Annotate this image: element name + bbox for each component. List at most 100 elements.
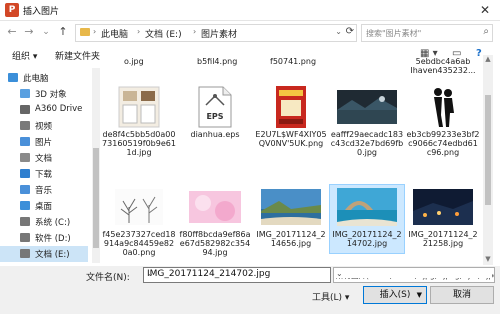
sidebar-item-label: 文档 (E:) bbox=[35, 250, 70, 260]
sidebar-item-label: 系统 (C:) bbox=[35, 218, 71, 228]
sidebar-item-music[interactable]: 音乐 bbox=[0, 182, 88, 198]
file-name[interactable]: b5fil4.png bbox=[197, 57, 237, 66]
sidebar-item-label: 下载 bbox=[35, 170, 53, 180]
file-item[interactable]: f80ff8bcda9ef86ae67d582982c35494.jpg bbox=[178, 185, 252, 257]
cancel-button[interactable]: 取消 bbox=[430, 286, 494, 304]
sidebar-item-videos[interactable]: 视频 bbox=[0, 118, 88, 134]
sidebar-scrollbar[interactable] bbox=[92, 68, 100, 263]
filename-label: 文件名(N): bbox=[86, 273, 130, 283]
sidebar-item-label: 3D 对象 bbox=[35, 90, 67, 100]
a360-drive-icon bbox=[20, 105, 30, 114]
scroll-up-icon[interactable]: ▲ bbox=[483, 55, 493, 65]
sidebar-item-pictures[interactable]: 图片 bbox=[0, 134, 88, 150]
file-name: E2U7L$WF4XIY05QV0NV'5UK.png bbox=[255, 130, 327, 148]
folder-icon bbox=[80, 28, 90, 36]
file-name: de8f4c5bb5d0a0073160519f0b9e611d.jpg bbox=[102, 130, 176, 157]
file-thumbnail bbox=[413, 85, 473, 129]
file-item[interactable]: E2U7L$WF4XIY05QV0NV'5UK.png bbox=[254, 85, 328, 153]
recent-dropdown-button[interactable]: ⌄ bbox=[38, 24, 54, 40]
file-name: f80ff8bcda9ef86ae67d582982c35494.jpg bbox=[179, 230, 251, 257]
sidebar-item-downloads[interactable]: 下载 bbox=[0, 166, 88, 182]
insert-label: 插入(S) bbox=[379, 290, 411, 300]
new-folder-button[interactable]: 新建文件夹 bbox=[55, 49, 100, 62]
breadcrumb-drive-e[interactable]: 文档 (E:) bbox=[145, 27, 182, 40]
file-thumbnail bbox=[261, 85, 321, 129]
tools-button[interactable]: 工具(L) ▾ bbox=[312, 290, 349, 303]
scroll-down-icon[interactable]: ▼ bbox=[483, 255, 493, 265]
file-item[interactable]: eafff29aecadc183c43cd32e7bd69fb0.jpg bbox=[330, 85, 404, 157]
file-list-scrollbar[interactable]: ▲ ▼ bbox=[483, 55, 493, 265]
music-icon bbox=[20, 185, 30, 194]
file-thumbnail bbox=[413, 185, 473, 229]
sidebar-item-label: A360 Drive bbox=[35, 104, 83, 114]
insert-picture-dialog: P 插入图片 ✕ ← → ⌄ ↑ › 此电脑 › 文档 (E:) › 图片素材 … bbox=[0, 0, 500, 314]
file-thumbnail bbox=[337, 185, 397, 229]
sidebar-item-documents[interactable]: 文档 bbox=[0, 150, 88, 166]
file-item[interactable]: de8f4c5bb5d0a0073160519f0b9e611d.jpg bbox=[102, 85, 176, 157]
eps-file-icon: EPS bbox=[185, 85, 245, 129]
file-name[interactable]: 5ebdbc4a6ab Ihaven435232... bbox=[407, 57, 479, 75]
sidebar-item-a360-drive[interactable]: A360 Drive bbox=[0, 102, 88, 118]
file-thumbnail bbox=[337, 85, 397, 129]
sidebar-item-drive-e[interactable]: 文档 (E:) bbox=[0, 246, 88, 262]
file-type-select[interactable]: 所有图片(*.emf;*.wmf;*.jpg;*.jpeg;*.jfif;*.j… bbox=[333, 267, 495, 283]
refresh-icon[interactable]: ⟳ bbox=[346, 26, 354, 37]
file-name[interactable]: o.jpg bbox=[124, 57, 144, 66]
file-thumbnail bbox=[261, 185, 321, 229]
file-item[interactable]: IMG_20171124_214656.jpg bbox=[254, 185, 328, 253]
breadcrumb-picture-folder[interactable]: 图片素材 bbox=[201, 27, 237, 40]
forward-button[interactable]: → bbox=[21, 24, 37, 40]
cube-icon bbox=[20, 89, 30, 98]
breadcrumb-sep-icon: › bbox=[137, 27, 141, 36]
organize-button[interactable]: 组织 ▾ bbox=[12, 49, 37, 62]
file-item[interactable]: IMG_20171124_221258.jpg bbox=[406, 185, 480, 253]
drive-icon bbox=[20, 249, 30, 258]
dialog-footer: 文件名(N): IMG_20171124_214702.jpg ⌄ 所有图片(*… bbox=[0, 266, 500, 314]
sidebar-item-3d-objects[interactable]: 3D 对象 bbox=[0, 86, 88, 102]
sidebar-item-drive-c[interactable]: 系统 (C:) bbox=[0, 214, 88, 230]
file-item-selected[interactable]: IMG_20171124_214702.jpg bbox=[329, 184, 405, 254]
file-item[interactable]: eb3cb99233e3bf2c9066c74edbd61c96.png bbox=[406, 85, 480, 157]
computer-icon bbox=[8, 73, 18, 82]
close-button[interactable]: ✕ bbox=[474, 2, 496, 18]
sidebar-item-label: 此电脑 bbox=[23, 74, 49, 84]
picture-icon bbox=[20, 137, 30, 146]
address-bar[interactable]: › 此电脑 › 文档 (E:) › 图片素材 ⌄ ⟳ bbox=[75, 24, 357, 42]
file-name: dianhua.eps bbox=[190, 130, 240, 139]
file-name: IMG_20171124_214656.jpg bbox=[256, 230, 326, 248]
svg-text:EPS: EPS bbox=[206, 112, 223, 121]
scrollbar-thumb[interactable] bbox=[93, 148, 99, 248]
search-input[interactable]: 搜索"图片素材" ⌕ bbox=[361, 24, 493, 42]
sidebar-item-label: 视频 bbox=[35, 122, 53, 132]
chevron-down-icon[interactable]: ⌄ bbox=[147, 269, 328, 278]
navigation-bar: ← → ⌄ ↑ › 此电脑 › 文档 (E:) › 图片素材 ⌄ ⟳ 搜索"图片… bbox=[0, 21, 500, 43]
drive-icon bbox=[20, 217, 30, 226]
insert-button[interactable]: 插入(S) ▼ bbox=[363, 286, 427, 304]
file-name: IMG_20171124_221258.jpg bbox=[408, 230, 478, 248]
window-title: 插入图片 bbox=[23, 7, 60, 17]
cancel-label: 取消 bbox=[452, 290, 471, 300]
sidebar-item-desktop[interactable]: 桌面 bbox=[0, 198, 88, 214]
file-name: f45e237327ced18914a9c84459e820a0.png bbox=[102, 230, 176, 257]
file-item[interactable]: EPS dianhua.eps bbox=[178, 85, 252, 153]
file-name[interactable]: f50741.png bbox=[270, 57, 316, 66]
chevron-down-icon[interactable]: ▼ bbox=[417, 287, 422, 303]
navigation-pane: 此电脑 3D 对象 A360 Drive 视频 图片 文档 下载 音乐 桌面 系… bbox=[0, 68, 92, 263]
chevron-down-icon[interactable]: ⌄ bbox=[336, 269, 492, 278]
sidebar-item-label: 文档 bbox=[35, 154, 53, 164]
file-thumbnail bbox=[185, 185, 245, 229]
file-thumbnail bbox=[109, 185, 169, 229]
up-button[interactable]: ↑ bbox=[55, 24, 71, 40]
file-item[interactable]: f45e237327ced18914a9c84459e820a0.png bbox=[102, 185, 176, 257]
back-button[interactable]: ← bbox=[4, 24, 20, 40]
download-icon bbox=[20, 169, 30, 178]
scrollbar-thumb[interactable] bbox=[485, 95, 491, 205]
video-icon bbox=[20, 121, 30, 130]
chevron-down-icon[interactable]: ⌄ bbox=[335, 27, 342, 36]
breadcrumb-this-pc[interactable]: 此电脑 bbox=[101, 27, 128, 40]
filename-input[interactable]: IMG_20171124_214702.jpg ⌄ bbox=[143, 267, 331, 283]
search-icon: ⌕ bbox=[483, 26, 489, 37]
sidebar-item-drive-d[interactable]: 软件 (D:) bbox=[0, 230, 88, 246]
desktop-icon bbox=[20, 201, 30, 210]
sidebar-item-this-pc[interactable]: 此电脑 bbox=[0, 70, 88, 86]
